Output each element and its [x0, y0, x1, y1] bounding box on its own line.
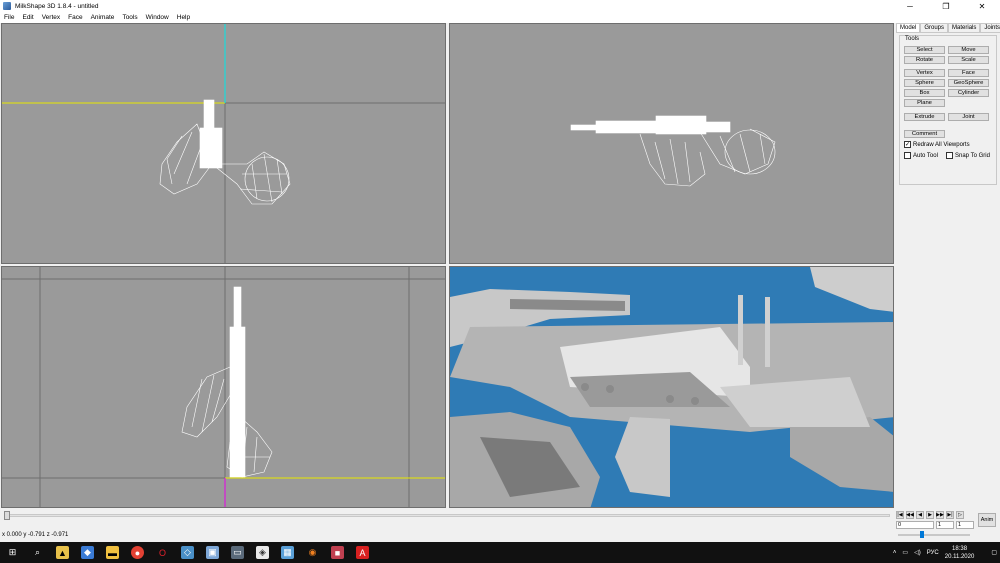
redraw-all-viewports-checkbox[interactable]: ✓ Redraw All Viewports: [904, 141, 970, 148]
rotate-button[interactable]: Rotate: [904, 56, 945, 64]
speed-slider-track: [898, 534, 970, 536]
viewport-front[interactable]: [1, 23, 446, 264]
box-button[interactable]: Box: [904, 89, 945, 97]
tab-materials[interactable]: Materials: [948, 23, 981, 32]
redraw-label: Redraw All Viewports: [913, 141, 970, 148]
menu-animate[interactable]: Animate: [87, 14, 119, 21]
search-icon[interactable]: ⌕: [31, 546, 44, 559]
app-icon[interactable]: ▭: [231, 546, 244, 559]
calculator-icon[interactable]: ▦: [281, 546, 294, 559]
menu-tools[interactable]: Tools: [118, 14, 141, 21]
wireframe-rifle: [570, 115, 776, 187]
menu-bar: File Edit Vertex Face Animate Tools Wind…: [0, 12, 1000, 23]
vertex-button[interactable]: Vertex: [904, 69, 945, 77]
chrome-icon[interactable]: ●: [131, 546, 144, 559]
taskbar: ⊞ ⌕ ▲ ◆ ▬ ● O ◇ ▣ ▭ ◈ ▦ ◉ ■ A ˄ ▭ ◁) РУС…: [0, 542, 1000, 563]
language-indicator[interactable]: РУС: [927, 550, 939, 556]
clock[interactable]: 18:38 20.11.2020: [945, 545, 975, 561]
viewport-top[interactable]: [449, 23, 894, 264]
plane-button[interactable]: Plane: [904, 99, 945, 107]
clock-time: 18:38: [952, 545, 968, 552]
prev-frame-button[interactable]: ◀: [916, 511, 924, 519]
viewport-side[interactable]: [1, 266, 446, 508]
file-explorer-icon[interactable]: ▬: [106, 546, 119, 559]
tab-joints[interactable]: Joints: [980, 23, 1000, 32]
status-bar: x 0.000 y -0.791 z -0.971: [0, 530, 894, 540]
tools-panel: Model Groups Materials Joints Tools Sele…: [896, 23, 1000, 510]
app-icon[interactable]: ▣: [206, 546, 219, 559]
extrude-button[interactable]: Extrude: [904, 113, 945, 121]
comment-button[interactable]: Comment: [904, 130, 945, 138]
auto-tool-checkbox[interactable]: Auto Tool: [904, 152, 938, 159]
milkshape-icon[interactable]: ◈: [256, 546, 269, 559]
animation-timeline[interactable]: [0, 510, 894, 521]
task-app-icon[interactable]: ▲: [56, 546, 69, 559]
last-frame-button[interactable]: ▶|: [946, 511, 954, 519]
system-tray: ˄ ▭ ◁) РУС 18:38 20.11.2020 ▢: [890, 542, 1000, 563]
tools-group: Tools Select Move Rotate Scale Vertex Fa…: [899, 35, 997, 185]
cylinder-button[interactable]: Cylinder: [948, 89, 989, 97]
face-button[interactable]: Face: [948, 69, 989, 77]
app-icon[interactable]: ◇: [181, 546, 194, 559]
tools-label: Tools: [904, 36, 921, 42]
menu-edit[interactable]: Edit: [18, 14, 37, 21]
coordinates-readout: x 0.000 y -0.791 z -0.971: [2, 532, 69, 538]
frame-end-field[interactable]: 1: [956, 521, 974, 529]
maximize-button[interactable]: ❐: [928, 0, 964, 12]
snap-to-grid-checkbox[interactable]: Snap To Grid: [946, 152, 990, 159]
menu-face[interactable]: Face: [64, 14, 86, 21]
opera-icon[interactable]: O: [156, 546, 169, 559]
next-frame-button[interactable]: ▶: [926, 511, 934, 519]
frame-start-field[interactable]: 0: [896, 521, 934, 529]
menu-help[interactable]: Help: [173, 14, 194, 21]
window-title: MilkShape 3D 1.8.4 - untitled: [15, 2, 99, 10]
title-bar: MilkShape 3D 1.8.4 - untitled ─ ❐ ✕: [0, 0, 1000, 12]
tab-groups[interactable]: Groups: [920, 23, 949, 32]
acrobat-icon[interactable]: A: [356, 546, 369, 559]
geosphere-button[interactable]: GeoSphere: [948, 79, 989, 87]
volume-icon[interactable]: ◁): [914, 549, 921, 556]
snap-label: Snap To Grid: [955, 152, 990, 159]
chevron-up-icon[interactable]: ˄: [893, 550, 897, 556]
fast-forward-button[interactable]: ▶▶: [936, 511, 944, 519]
frame-current-field[interactable]: 1: [936, 521, 954, 529]
timeline-thumb[interactable]: [4, 511, 10, 520]
first-frame-button[interactable]: |◀: [896, 511, 904, 519]
windows-start-icon[interactable]: ⊞: [6, 546, 19, 559]
speed-slider-thumb[interactable]: [920, 531, 924, 538]
move-button[interactable]: Move: [948, 46, 989, 54]
close-button[interactable]: ✕: [964, 0, 1000, 12]
rewind-button[interactable]: ◀◀: [906, 511, 914, 519]
viewport-3d[interactable]: [449, 266, 894, 508]
notification-icon[interactable]: ▢: [991, 549, 997, 556]
menu-window[interactable]: Window: [142, 14, 173, 21]
anim-button[interactable]: Anim: [978, 513, 996, 527]
select-button[interactable]: Select: [904, 46, 945, 54]
clock-date: 20.11.2020: [944, 553, 975, 560]
app-icon[interactable]: ■: [331, 546, 344, 559]
joint-button[interactable]: Joint: [948, 113, 989, 121]
wireframe-model: [181, 286, 273, 478]
auto-tool-label: Auto Tool: [913, 152, 938, 159]
shaded-rifle-model: [450, 267, 893, 507]
minimize-button[interactable]: ─: [892, 0, 928, 12]
tab-model[interactable]: Model: [896, 23, 921, 32]
network-icon[interactable]: ▭: [902, 549, 908, 556]
app-icon[interactable]: ◆: [81, 546, 94, 559]
sphere-button[interactable]: Sphere: [904, 79, 945, 87]
play-button[interactable]: ▷: [956, 511, 964, 519]
animation-controls: |◀ ◀◀ ◀ ▶ ▶▶ ▶| ▷ Anim 0 1 1: [894, 510, 1000, 542]
milkshape-app-icon: [3, 2, 11, 10]
checkmark-icon: ✓: [904, 141, 911, 148]
scale-button[interactable]: Scale: [948, 56, 989, 64]
blender-icon[interactable]: ◉: [306, 546, 319, 559]
menu-vertex[interactable]: Vertex: [38, 14, 64, 21]
menu-file[interactable]: File: [0, 14, 18, 21]
